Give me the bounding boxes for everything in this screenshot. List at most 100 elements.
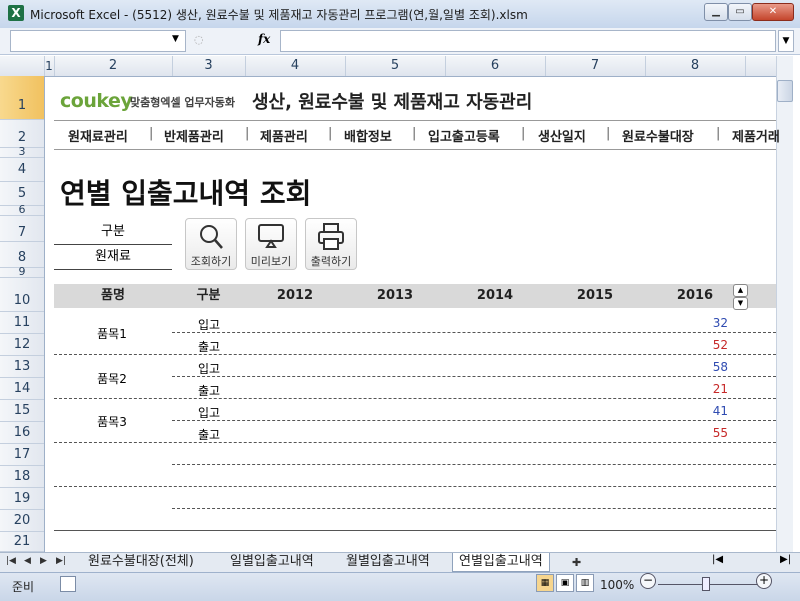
insert-function-icon[interactable]: fx bbox=[258, 32, 270, 46]
print-button[interactable]: 출력하기 bbox=[305, 218, 357, 270]
chevron-down-icon[interactable]: ▼ bbox=[172, 34, 179, 44]
row-header[interactable]: 16 bbox=[0, 422, 44, 444]
menu-item-products[interactable]: 제품관리 bbox=[260, 126, 308, 145]
column-header[interactable]: 7 bbox=[545, 56, 646, 76]
zoom-level[interactable]: 100% bbox=[600, 578, 634, 592]
value-cell[interactable]: 41 bbox=[640, 404, 728, 418]
insert-sheet-icon[interactable]: ✚ bbox=[572, 556, 581, 569]
status-ready: 준비 bbox=[12, 580, 35, 594]
row-header[interactable]: 7 bbox=[0, 216, 44, 242]
filter-box: 구분 원재료 bbox=[54, 220, 172, 270]
value-cell[interactable]: 58 bbox=[640, 360, 728, 374]
formula-input[interactable] bbox=[280, 30, 776, 52]
column-header-bar: 1 2 3 4 5 6 7 8 bbox=[0, 56, 776, 77]
scrollbar-thumb[interactable] bbox=[777, 80, 793, 102]
row-header[interactable]: 12 bbox=[0, 334, 44, 356]
preview-button[interactable]: 미리보기 bbox=[245, 218, 297, 270]
close-button[interactable]: ✕ bbox=[752, 3, 794, 21]
maximize-button[interactable]: ▭ bbox=[728, 3, 752, 21]
first-sheet-icon[interactable]: |◀ bbox=[6, 556, 16, 566]
printer-icon bbox=[318, 223, 344, 250]
row-header[interactable]: 6 bbox=[0, 204, 44, 216]
sheet-tab[interactable]: 월별입출고내역 bbox=[340, 553, 436, 571]
row-header[interactable]: 1 bbox=[0, 76, 44, 120]
value-cell[interactable]: 32 bbox=[640, 316, 728, 330]
value-cell[interactable]: 52 bbox=[640, 338, 728, 352]
menu-item-production-log[interactable]: 생산일지 bbox=[538, 126, 586, 145]
expand-formula-bar-button[interactable]: ▼ bbox=[778, 30, 794, 52]
type-cell[interactable]: 출고 bbox=[198, 426, 220, 443]
select-all-corner[interactable] bbox=[0, 56, 45, 76]
zoom-slider-thumb[interactable] bbox=[702, 577, 710, 591]
horizontal-scrollbar[interactable]: |◀ ▶| bbox=[712, 553, 800, 569]
row-header[interactable]: 13 bbox=[0, 356, 44, 378]
page-layout-view-icon[interactable]: ▣ bbox=[556, 574, 574, 592]
row-header[interactable]: 18 bbox=[0, 466, 44, 488]
row-header-bar: 1 2 3 4 5 6 7 8 9 10 11 12 13 14 15 16 1… bbox=[0, 76, 45, 552]
row-header[interactable]: 14 bbox=[0, 378, 44, 400]
row-divider bbox=[172, 464, 776, 465]
preview-button-label: 미리보기 bbox=[250, 255, 292, 268]
year-up-button[interactable]: ▲ bbox=[733, 284, 748, 297]
name-box[interactable] bbox=[10, 30, 186, 52]
print-button-label: 출력하기 bbox=[310, 255, 352, 268]
column-header[interactable]: 4 bbox=[245, 56, 346, 76]
header-year: 2014 bbox=[476, 288, 514, 303]
row-header[interactable]: 10 bbox=[0, 278, 44, 312]
minimize-button[interactable]: ▁ bbox=[704, 3, 728, 21]
menu-item-material-ledger[interactable]: 원료수불대장 bbox=[622, 126, 694, 145]
type-cell[interactable]: 출고 bbox=[198, 338, 220, 355]
row-header[interactable]: 21 bbox=[0, 532, 44, 552]
formula-cancel-icon[interactable]: ◌ bbox=[194, 33, 208, 47]
year-scroll-buttons: ▲ ▼ bbox=[733, 284, 748, 310]
menu-item-in-out-register[interactable]: 입고출고등록 bbox=[428, 126, 500, 145]
year-down-button[interactable]: ▼ bbox=[733, 297, 748, 310]
row-header[interactable]: 17 bbox=[0, 444, 44, 466]
last-sheet-icon[interactable]: ▶| bbox=[56, 556, 66, 566]
sheet-tab[interactable]: 일별입출고내역 bbox=[224, 553, 320, 571]
row-header[interactable]: 19 bbox=[0, 488, 44, 510]
column-header[interactable]: 8 bbox=[645, 56, 746, 76]
column-header[interactable]: 6 bbox=[445, 56, 546, 76]
type-cell[interactable]: 출고 bbox=[198, 382, 220, 399]
prev-sheet-icon[interactable]: ◀ bbox=[24, 556, 31, 566]
logo-tagline: 맞춤형엑셀 업무자동화 bbox=[130, 96, 236, 109]
row-header[interactable]: 2 bbox=[0, 120, 44, 148]
row-header[interactable]: 4 bbox=[0, 158, 44, 182]
menu-item-formula[interactable]: 배합정보 bbox=[344, 126, 392, 145]
menu-item-semi-products[interactable]: 반제품관리 bbox=[164, 126, 224, 145]
row-divider bbox=[172, 420, 776, 421]
next-sheet-icon[interactable]: ▶ bbox=[40, 556, 47, 566]
row-divider bbox=[54, 442, 776, 443]
filter-value-cell[interactable]: 원재료 bbox=[54, 245, 172, 270]
row-divider bbox=[54, 398, 776, 399]
value-cell[interactable]: 55 bbox=[640, 426, 728, 440]
column-header[interactable]: 2 bbox=[54, 56, 173, 76]
row-header[interactable]: 15 bbox=[0, 400, 44, 422]
page-break-view-icon[interactable]: ▥ bbox=[576, 574, 594, 592]
zoom-out-icon[interactable]: − bbox=[640, 573, 656, 589]
row-header[interactable]: 9 bbox=[0, 266, 44, 278]
product-name-cell[interactable]: 품목1 bbox=[54, 325, 170, 342]
row-header[interactable]: 11 bbox=[0, 312, 44, 334]
menu-item-raw-materials[interactable]: 원재료관리 bbox=[68, 126, 128, 145]
search-button[interactable]: 조회하기 bbox=[185, 218, 237, 270]
product-name-cell[interactable]: 품목2 bbox=[54, 370, 170, 387]
type-cell[interactable]: 입고 bbox=[198, 316, 220, 333]
value-cell[interactable]: 21 bbox=[640, 382, 728, 396]
column-header[interactable]: 3 bbox=[172, 56, 246, 76]
zoom-in-icon[interactable]: + bbox=[756, 573, 772, 589]
sheet-tab-active[interactable]: 연별입출고내역 bbox=[452, 553, 550, 572]
column-header[interactable]: 5 bbox=[345, 56, 446, 76]
product-name-cell[interactable]: 품목3 bbox=[54, 413, 170, 430]
type-cell[interactable]: 입고 bbox=[198, 360, 220, 377]
menu-item-product-trade[interactable]: 제품거래 bbox=[732, 126, 780, 145]
row-header[interactable]: 3 bbox=[0, 146, 44, 158]
normal-view-icon[interactable]: ▦ bbox=[536, 574, 554, 592]
type-cell[interactable]: 입고 bbox=[198, 404, 220, 421]
monitor-icon bbox=[258, 224, 284, 248]
row-header[interactable]: 20 bbox=[0, 510, 44, 532]
macro-record-icon[interactable] bbox=[60, 576, 76, 592]
excel-app-icon[interactable]: X bbox=[8, 5, 24, 21]
sheet-tab[interactable]: 원료수불대장(전체) bbox=[82, 553, 200, 571]
